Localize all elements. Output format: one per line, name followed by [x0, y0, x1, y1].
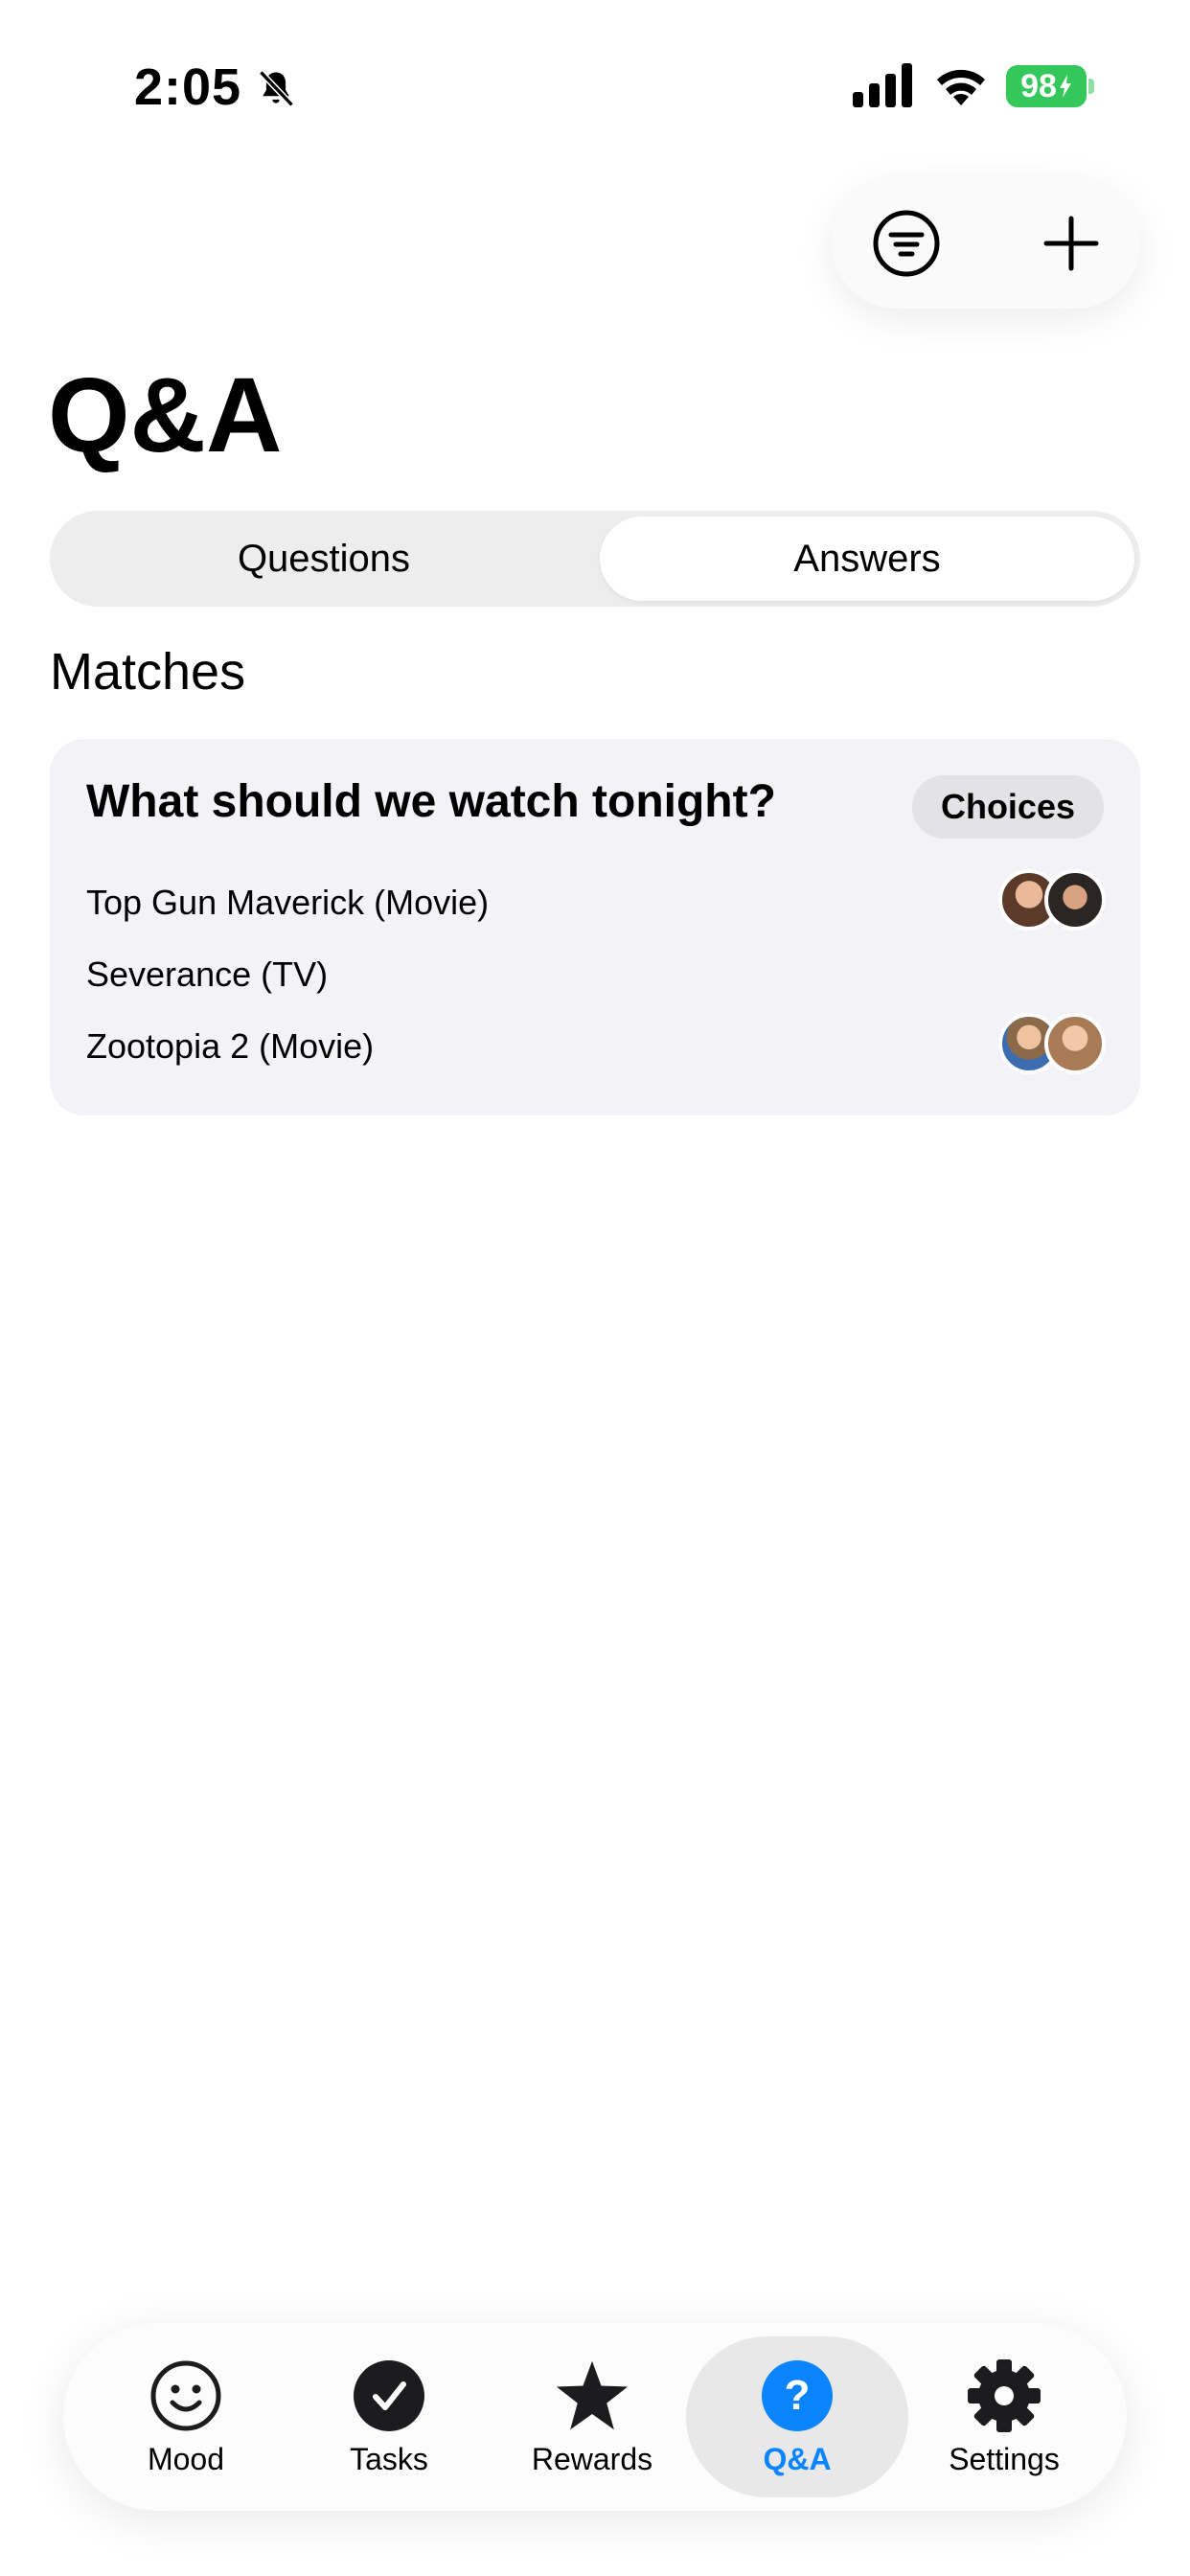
page-title: Q&A	[48, 356, 283, 474]
tab-label: Mood	[147, 2442, 225, 2476]
gear-icon	[968, 2359, 1041, 2432]
filter-button[interactable]	[864, 201, 949, 286]
tab-label: Settings	[949, 2442, 1060, 2476]
checkmark-circle-icon	[354, 2360, 424, 2431]
svg-text:?: ?	[785, 2372, 811, 2419]
avatar-man	[1044, 869, 1106, 931]
tab-settings[interactable]: Settings	[903, 2323, 1106, 2511]
charging-bolt-icon	[1059, 75, 1071, 98]
tab-label: Tasks	[350, 2442, 428, 2476]
segment-answers[interactable]: Answers	[600, 517, 1134, 601]
question-card[interactable]: What should we watch tonight? Choices To…	[50, 739, 1140, 1116]
choices-badge: Choices	[911, 775, 1104, 839]
segment-questions[interactable]: Questions	[56, 517, 592, 601]
filter-icon	[873, 210, 940, 277]
question-circle-icon: ?	[762, 2360, 833, 2431]
question-title: What should we watch tonight?	[86, 776, 776, 827]
cellular-signal-icon	[853, 63, 912, 107]
status-time: 2:05	[134, 58, 242, 116]
tab-bar: Mood Tasks Rewards ? Q&A Settings	[63, 2323, 1127, 2511]
section-title: Matches	[50, 643, 246, 701]
wifi-icon	[937, 69, 985, 105]
add-button[interactable]	[1029, 201, 1113, 286]
smiley-icon	[150, 2360, 221, 2431]
segmented-control: Questions Answers	[50, 511, 1140, 607]
battery-tip	[1088, 79, 1094, 94]
avatar-group	[998, 869, 1106, 931]
battery-indicator: 98	[1006, 65, 1087, 107]
tab-label: Q&A	[763, 2442, 832, 2476]
tab-tasks[interactable]: Tasks	[287, 2323, 491, 2511]
avatar-group	[998, 1013, 1106, 1074]
plus-icon	[1043, 216, 1099, 271]
avatar-woman	[1044, 1013, 1106, 1074]
tab-qa[interactable]: ? Q&A	[686, 2336, 908, 2497]
bell-slash-icon	[259, 70, 294, 107]
tab-rewards[interactable]: Rewards	[491, 2323, 694, 2511]
battery-level: 98	[1020, 67, 1057, 104]
tab-mood[interactable]: Mood	[84, 2323, 287, 2511]
answer-row: Severance (TV)	[86, 954, 329, 994]
answer-row: Zootopia 2 (Movie)	[86, 1026, 375, 1066]
answer-row: Top Gun Maverick (Movie)	[86, 883, 490, 922]
toolbar-actions	[832, 178, 1140, 309]
star-icon	[556, 2360, 629, 2430]
tab-label: Rewards	[531, 2442, 653, 2476]
